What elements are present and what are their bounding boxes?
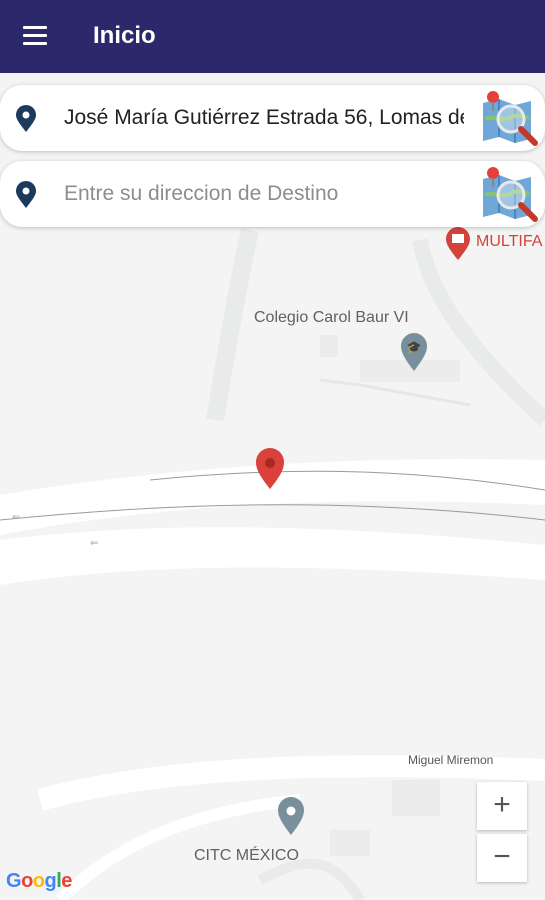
origin-field[interactable]: José María Gutiérrez Estrada 56, Lomas d… <box>0 85 545 151</box>
app-bar: Inicio <box>0 0 545 73</box>
shop-pin-icon <box>446 227 470 260</box>
page-title: Inicio <box>93 22 156 49</box>
destination-field[interactable] <box>0 161 545 227</box>
svg-text:⇐: ⇐ <box>12 512 20 523</box>
zoom-in-button[interactable]: + <box>477 782 527 830</box>
poi-pin-icon <box>278 797 304 835</box>
location-pin-icon <box>16 105 36 132</box>
google-logo: Google <box>6 870 72 892</box>
street-label: Miguel Miremon <box>408 753 494 767</box>
location-pin-icon <box>16 181 36 208</box>
poi-label-citc: CITC MÉXICO <box>194 847 299 864</box>
poi-label-multifa: MULTIFA <box>476 233 543 250</box>
origin-input[interactable]: José María Gutiérrez Estrada 56, Lomas d… <box>64 105 464 131</box>
zoom-out-button[interactable]: − <box>477 834 527 882</box>
map-search-icon[interactable] <box>481 89 541 147</box>
svg-text:⇐: ⇐ <box>90 538 98 549</box>
svg-text:🎓: 🎓 <box>407 340 422 354</box>
destination-input[interactable] <box>64 177 459 211</box>
menu-icon[interactable] <box>14 18 54 54</box>
map-search-icon[interactable] <box>481 165 541 223</box>
poi-label-colegio: Colegio Carol Baur VI <box>254 309 409 326</box>
